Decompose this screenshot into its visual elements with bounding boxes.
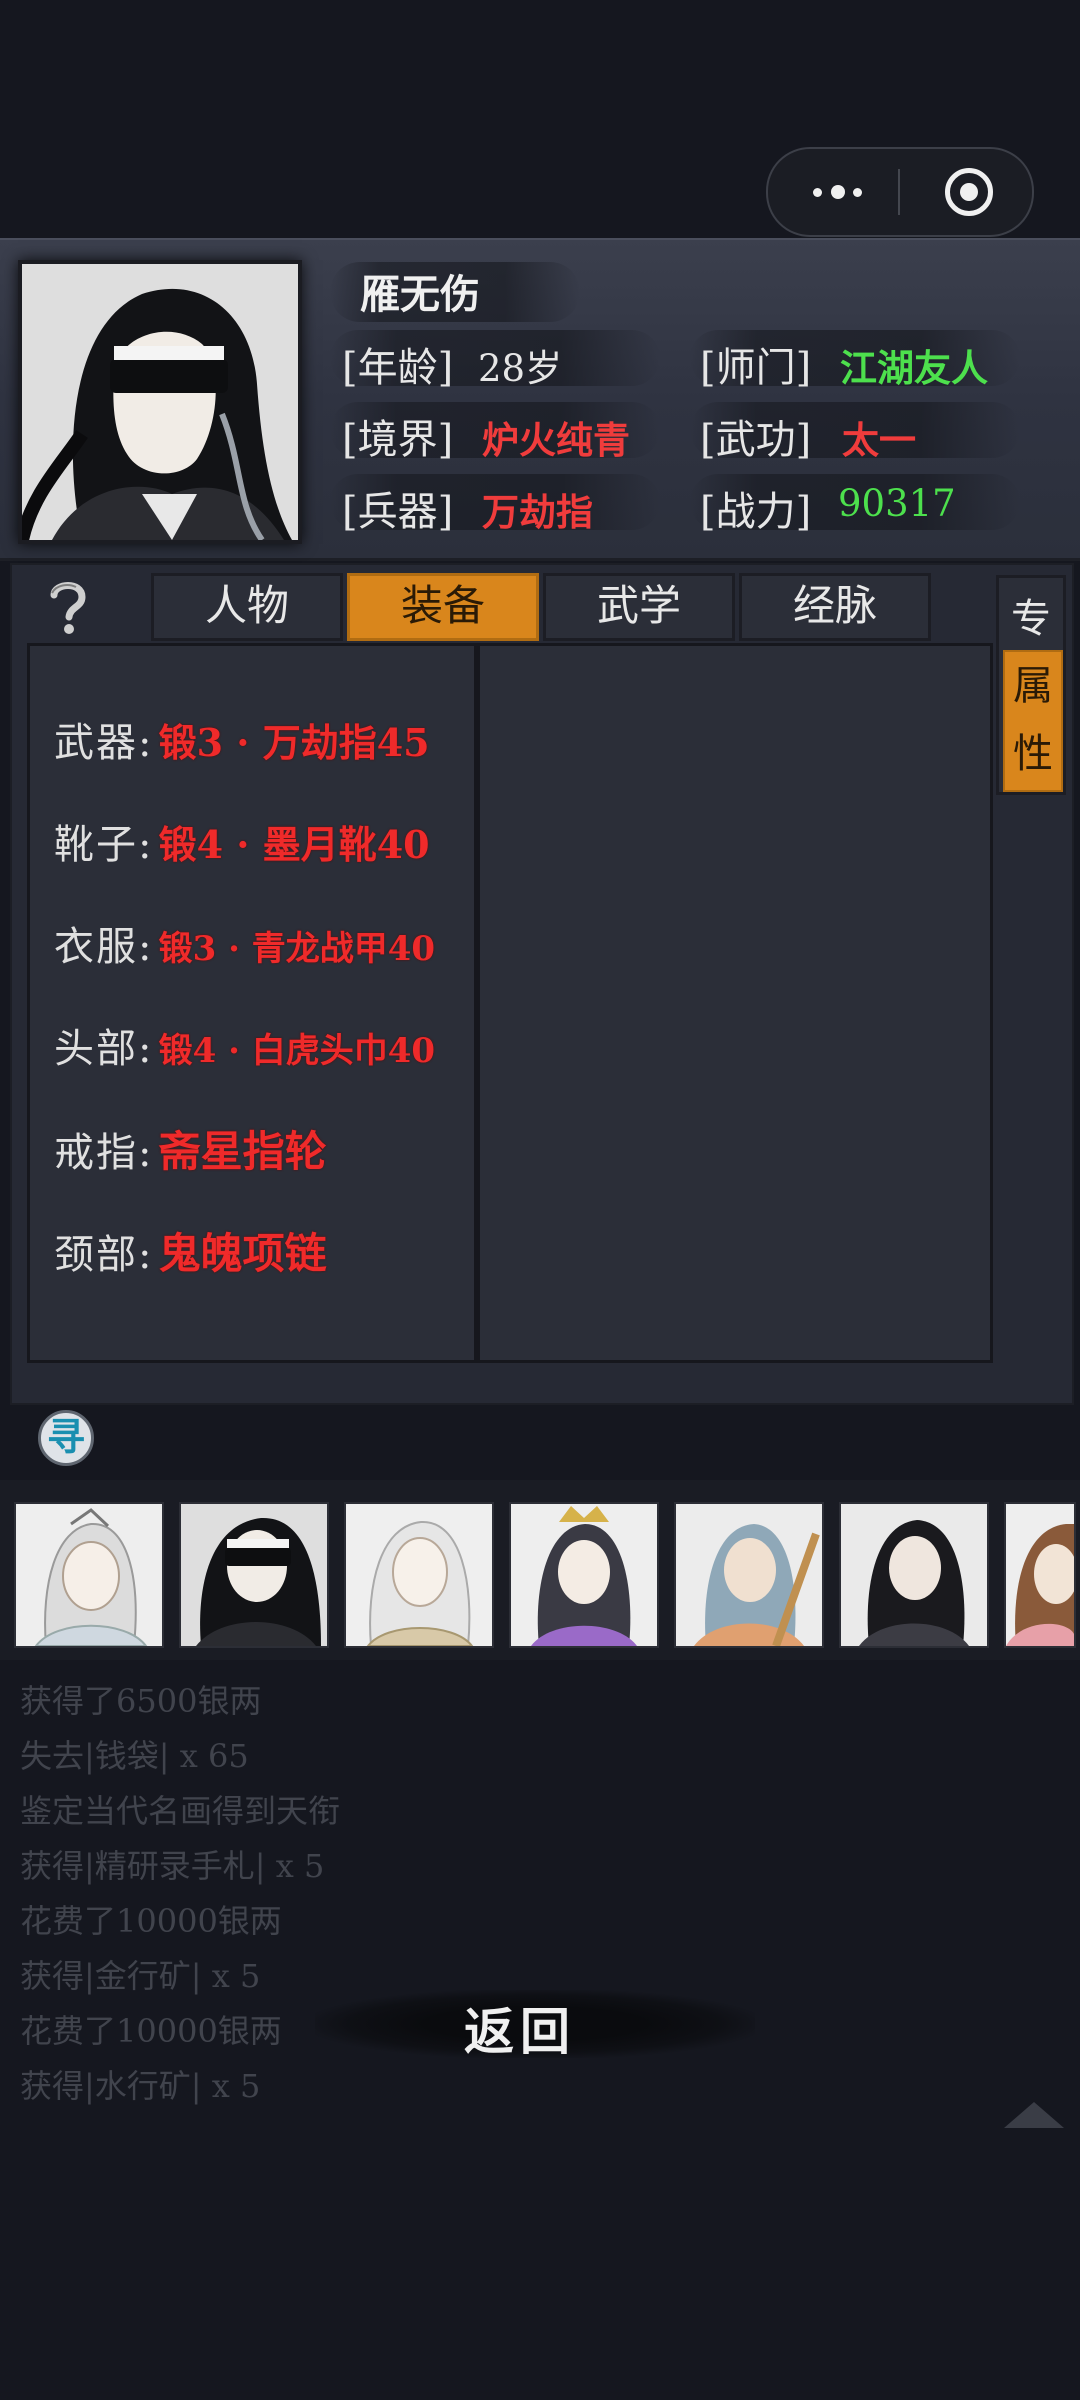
capsule-divider	[898, 169, 900, 215]
equip-value: 锻3 · 万劫指45	[158, 720, 430, 765]
side-tab-attributes[interactable]: 属 性	[1003, 650, 1063, 792]
character-portrait	[676, 1504, 822, 1646]
skill-label: [武功]	[700, 417, 812, 463]
equip-row-boots[interactable]: 靴子: 锻4 · 墨月靴40	[54, 812, 430, 870]
equip-row-neck[interactable]: 颈部: 鬼魄项链	[54, 1220, 327, 1281]
character-card[interactable]	[674, 1502, 824, 1648]
mini-program-capsule	[766, 147, 1034, 237]
log-line: 获得|精研录手札| x 5	[20, 1847, 325, 1885]
equip-row-head[interactable]: 头部: 锻4 · 白虎头巾40	[54, 1016, 435, 1074]
realm-label: [境界]	[342, 417, 454, 463]
tab-character[interactable]: 人物	[151, 573, 343, 641]
sect-value: 江湖友人	[840, 346, 988, 390]
hero-avatar	[18, 260, 302, 544]
weapon-label: [兵器]	[342, 489, 454, 535]
character-portrait	[181, 1504, 327, 1646]
log-line: 失去|钱袋| x 65	[20, 1737, 249, 1775]
back-button[interactable]: 返回	[420, 1992, 620, 2061]
collapse-up-icon[interactable]	[1002, 2098, 1066, 2130]
side-tab-attributes-line2: 性	[1013, 731, 1053, 777]
more-options-icon[interactable]	[808, 175, 868, 209]
equip-row-weapon[interactable]: 武器: 锻3 · 万劫指45	[54, 710, 430, 768]
realm-value: 炉火纯青	[482, 418, 630, 462]
tab-meridians[interactable]: 经脉	[739, 573, 931, 641]
log-line: 花费了10000银两	[20, 2012, 282, 2050]
side-tab-group: 专 属 性	[996, 575, 1066, 795]
close-miniprogram-icon[interactable]	[945, 168, 993, 216]
log-line: 获得|金行矿| x 5	[20, 1957, 261, 1995]
hero-profile-panel: 雁无伤 [年龄] 28岁 [师门] 江湖友人 [境界] 炉火纯青 [武功] 太一…	[0, 238, 1080, 561]
log-line: 花费了10000银两	[20, 1902, 282, 1940]
log-line: 鉴定当代名画得到天衔	[20, 1792, 341, 1830]
equip-value: 斋星指轮	[158, 1127, 327, 1176]
tab-equipment[interactable]: 装备	[347, 573, 539, 641]
character-portrait	[1006, 1504, 1074, 1646]
log-line: 获得|水行矿| x 5	[20, 2067, 261, 2105]
hero-portrait	[22, 264, 298, 540]
equip-label: 头部:	[54, 1026, 154, 1072]
character-card[interactable]	[344, 1502, 494, 1648]
equip-label: 武器:	[54, 720, 154, 766]
equip-value: 鬼魄项链	[158, 1229, 327, 1278]
equip-value: 锻4 · 墨月靴40	[158, 822, 430, 867]
equip-label: 颈部:	[54, 1232, 154, 1278]
bottom-area	[0, 2162, 1080, 2400]
sect-label: [师门]	[700, 345, 812, 391]
tab-martial-arts[interactable]: 武学	[543, 573, 735, 641]
equip-row-ring[interactable]: 戒指: 斋星指轮	[54, 1118, 327, 1179]
equip-value: 锻4 · 白虎头巾40	[158, 1031, 436, 1071]
hero-name: 雁无伤	[360, 271, 480, 318]
character-portrait	[16, 1504, 162, 1646]
power-label: [战力]	[700, 489, 812, 535]
side-tab-attributes-line1: 属	[1013, 663, 1053, 709]
character-card[interactable]	[179, 1502, 329, 1648]
log-line: 获得了6500银两	[20, 1682, 262, 1720]
age-value: 28岁	[478, 347, 563, 390]
age-label: [年龄]	[342, 345, 454, 391]
equip-label: 戒指:	[54, 1130, 154, 1176]
power-value: 90317	[838, 482, 956, 525]
equipment-detail-panel	[477, 643, 993, 1363]
skill-value: 太一	[842, 418, 916, 462]
character-card[interactable]	[1004, 1502, 1076, 1648]
weapon-value: 万劫指	[482, 490, 593, 534]
character-card[interactable]	[839, 1502, 989, 1648]
equip-row-clothes[interactable]: 衣服: 锻3 · 青龙战甲40	[54, 914, 435, 972]
character-portrait	[346, 1504, 492, 1646]
equip-value: 锻3 · 青龙战甲40	[158, 929, 436, 969]
character-card[interactable]	[509, 1502, 659, 1648]
equip-label: 靴子:	[54, 822, 154, 868]
character-card[interactable]	[14, 1502, 164, 1648]
equip-label: 衣服:	[54, 924, 154, 970]
character-portrait	[511, 1504, 657, 1646]
question-icon[interactable]	[38, 575, 98, 637]
character-portrait	[841, 1504, 987, 1646]
side-tab-specialty[interactable]: 专	[999, 586, 1063, 644]
search-button[interactable]: 寻	[38, 1410, 94, 1466]
